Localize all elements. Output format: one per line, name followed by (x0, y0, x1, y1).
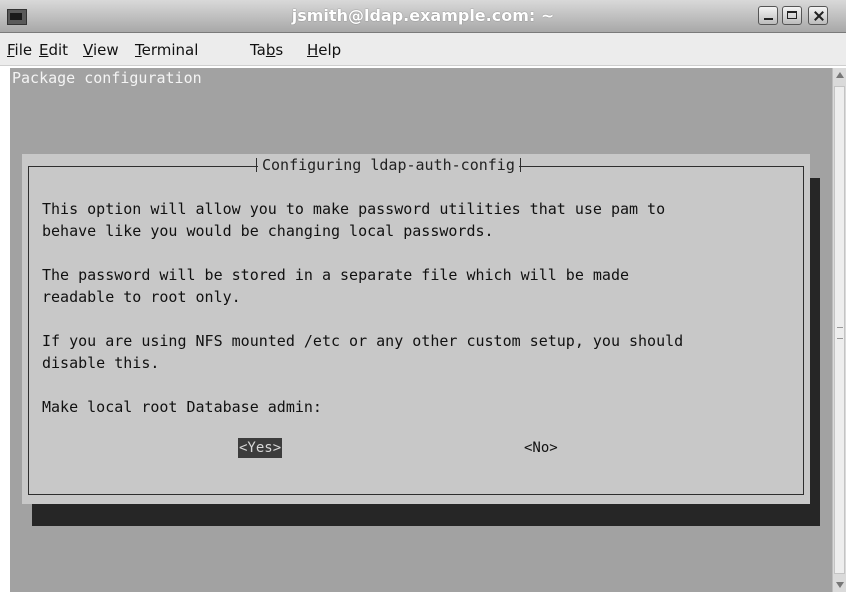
no-button[interactable]: <No> (524, 438, 558, 458)
menu-terminal-rest: erminal (141, 41, 199, 59)
dialog-line: This option will allow you to make passw… (42, 200, 666, 218)
menu-view[interactable]: View (83, 41, 119, 59)
dialog-line: The password will be stored in a separat… (42, 266, 629, 284)
terminal-view[interactable]: Package configuration Configuring ldap-a… (10, 68, 832, 592)
menu-view-mnemonic: V (83, 41, 93, 59)
vertical-scrollbar[interactable] (832, 68, 846, 592)
menu-help[interactable]: Help (307, 41, 341, 59)
config-dialog: Configuring ldap-auth-config This option… (22, 154, 810, 504)
menu-edit[interactable]: Edit (39, 41, 68, 59)
menu-tabs-rest: s (275, 41, 284, 59)
dialog-line: If you are using NFS mounted /etc or any… (42, 332, 684, 350)
dialog-line: behave like you would be changing local … (42, 222, 494, 240)
yes-button[interactable]: <Yes> (238, 438, 283, 458)
menu-tabs-mnemonic: b (265, 41, 276, 59)
menu-help-rest: elp (318, 41, 342, 59)
dialog-line: disable this. (42, 354, 160, 372)
screen-title: Package configuration (12, 69, 202, 87)
dialog-prompt: Make local root Database admin: (42, 398, 322, 416)
menu-bar: File Edit View Terminal Tabs Help (0, 33, 846, 66)
menu-tabs-prefix: Ta (250, 41, 266, 59)
menu-file[interactable]: File (7, 41, 32, 59)
dialog-title: Configuring ldap-auth-config (256, 154, 521, 176)
window-title: jsmith@ldap.example.com: ~ (291, 6, 555, 25)
menu-terminal-mnemonic: T (135, 41, 142, 59)
dialog-line: readable to root only. (42, 288, 241, 306)
menu-view-rest: iew (92, 41, 119, 59)
scroll-down-icon[interactable] (836, 582, 844, 588)
menu-help-mnemonic: H (307, 41, 319, 59)
menu-tabs[interactable]: Tabs (250, 41, 283, 59)
title-bar: jsmith@ldap.example.com: ~ (0, 0, 846, 33)
scroll-up-icon[interactable] (836, 72, 844, 78)
menu-edit-rest: dit (48, 41, 69, 59)
close-button[interactable] (808, 6, 828, 25)
menu-file-rest: ile (14, 41, 33, 59)
minimize-button[interactable] (758, 6, 778, 25)
menu-terminal[interactable]: Terminal (135, 41, 198, 59)
menu-file-mnemonic: F (7, 41, 15, 59)
maximize-button[interactable] (782, 6, 802, 25)
grip-icon (837, 327, 843, 339)
scrollbar-thumb[interactable] (834, 86, 845, 574)
